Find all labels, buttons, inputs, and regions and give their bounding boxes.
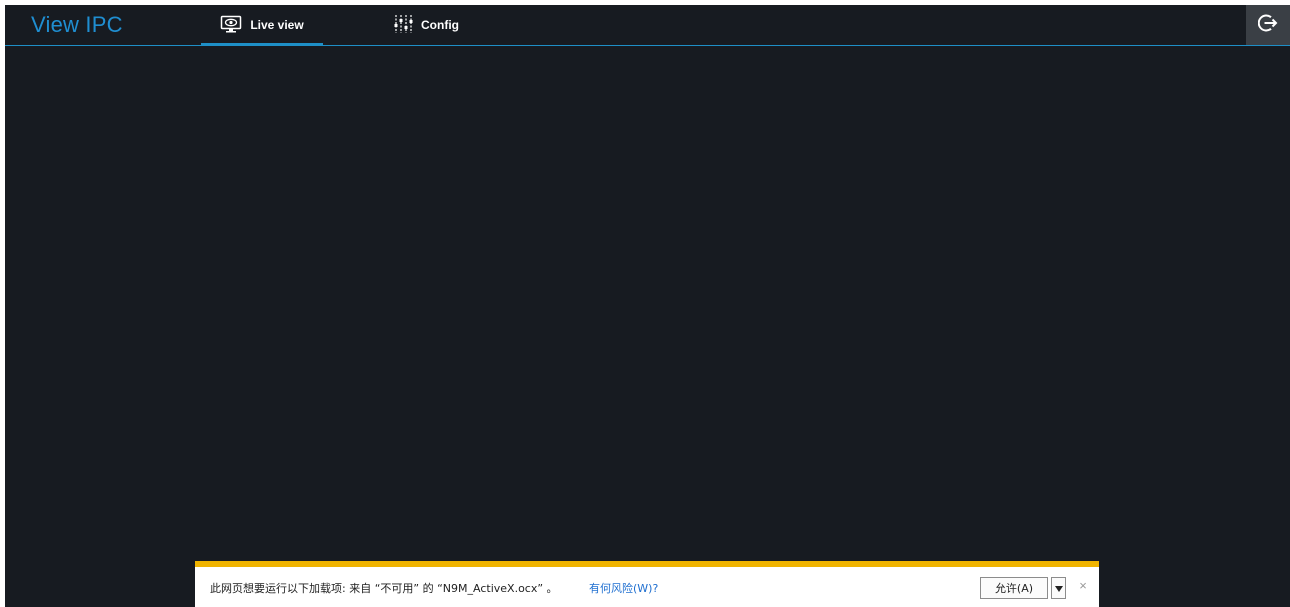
logout-icon [1257, 13, 1278, 38]
close-notification-button[interactable]: × [1076, 578, 1090, 593]
brand-title: View IPC [31, 12, 123, 37]
allow-button[interactable]: 允许(A) [980, 577, 1048, 599]
live-view-area: View IPC Live view Config [5, 5, 1290, 607]
top-navigation-bar: View IPC Live view Config [5, 5, 1290, 46]
tab-config-label: Config [421, 18, 459, 32]
activex-notification-bar: 此网页想要运行以下加载项: 来自 “不可用” 的 “N9M_ActiveX.oc… [195, 561, 1099, 607]
risk-info-link[interactable]: 有何风险(W)? [589, 580, 658, 596]
monitor-eye-icon [220, 15, 242, 36]
app-window: View IPC Live view Config 此网页想要运行以下加载项: … [0, 0, 1290, 607]
logout-button[interactable] [1246, 5, 1290, 45]
tab-live-view[interactable]: Live view [201, 5, 323, 45]
allow-options-dropdown[interactable] [1051, 577, 1066, 599]
sliders-icon [393, 14, 413, 37]
chevron-down-icon [1054, 579, 1063, 597]
tab-config[interactable]: Config [393, 5, 485, 45]
tab-live-view-label: Live view [250, 18, 304, 32]
active-tab-indicator [201, 43, 323, 46]
notification-message: 此网页想要运行以下加载项: 来自 “不可用” 的 “N9M_ActiveX.oc… [210, 582, 558, 595]
